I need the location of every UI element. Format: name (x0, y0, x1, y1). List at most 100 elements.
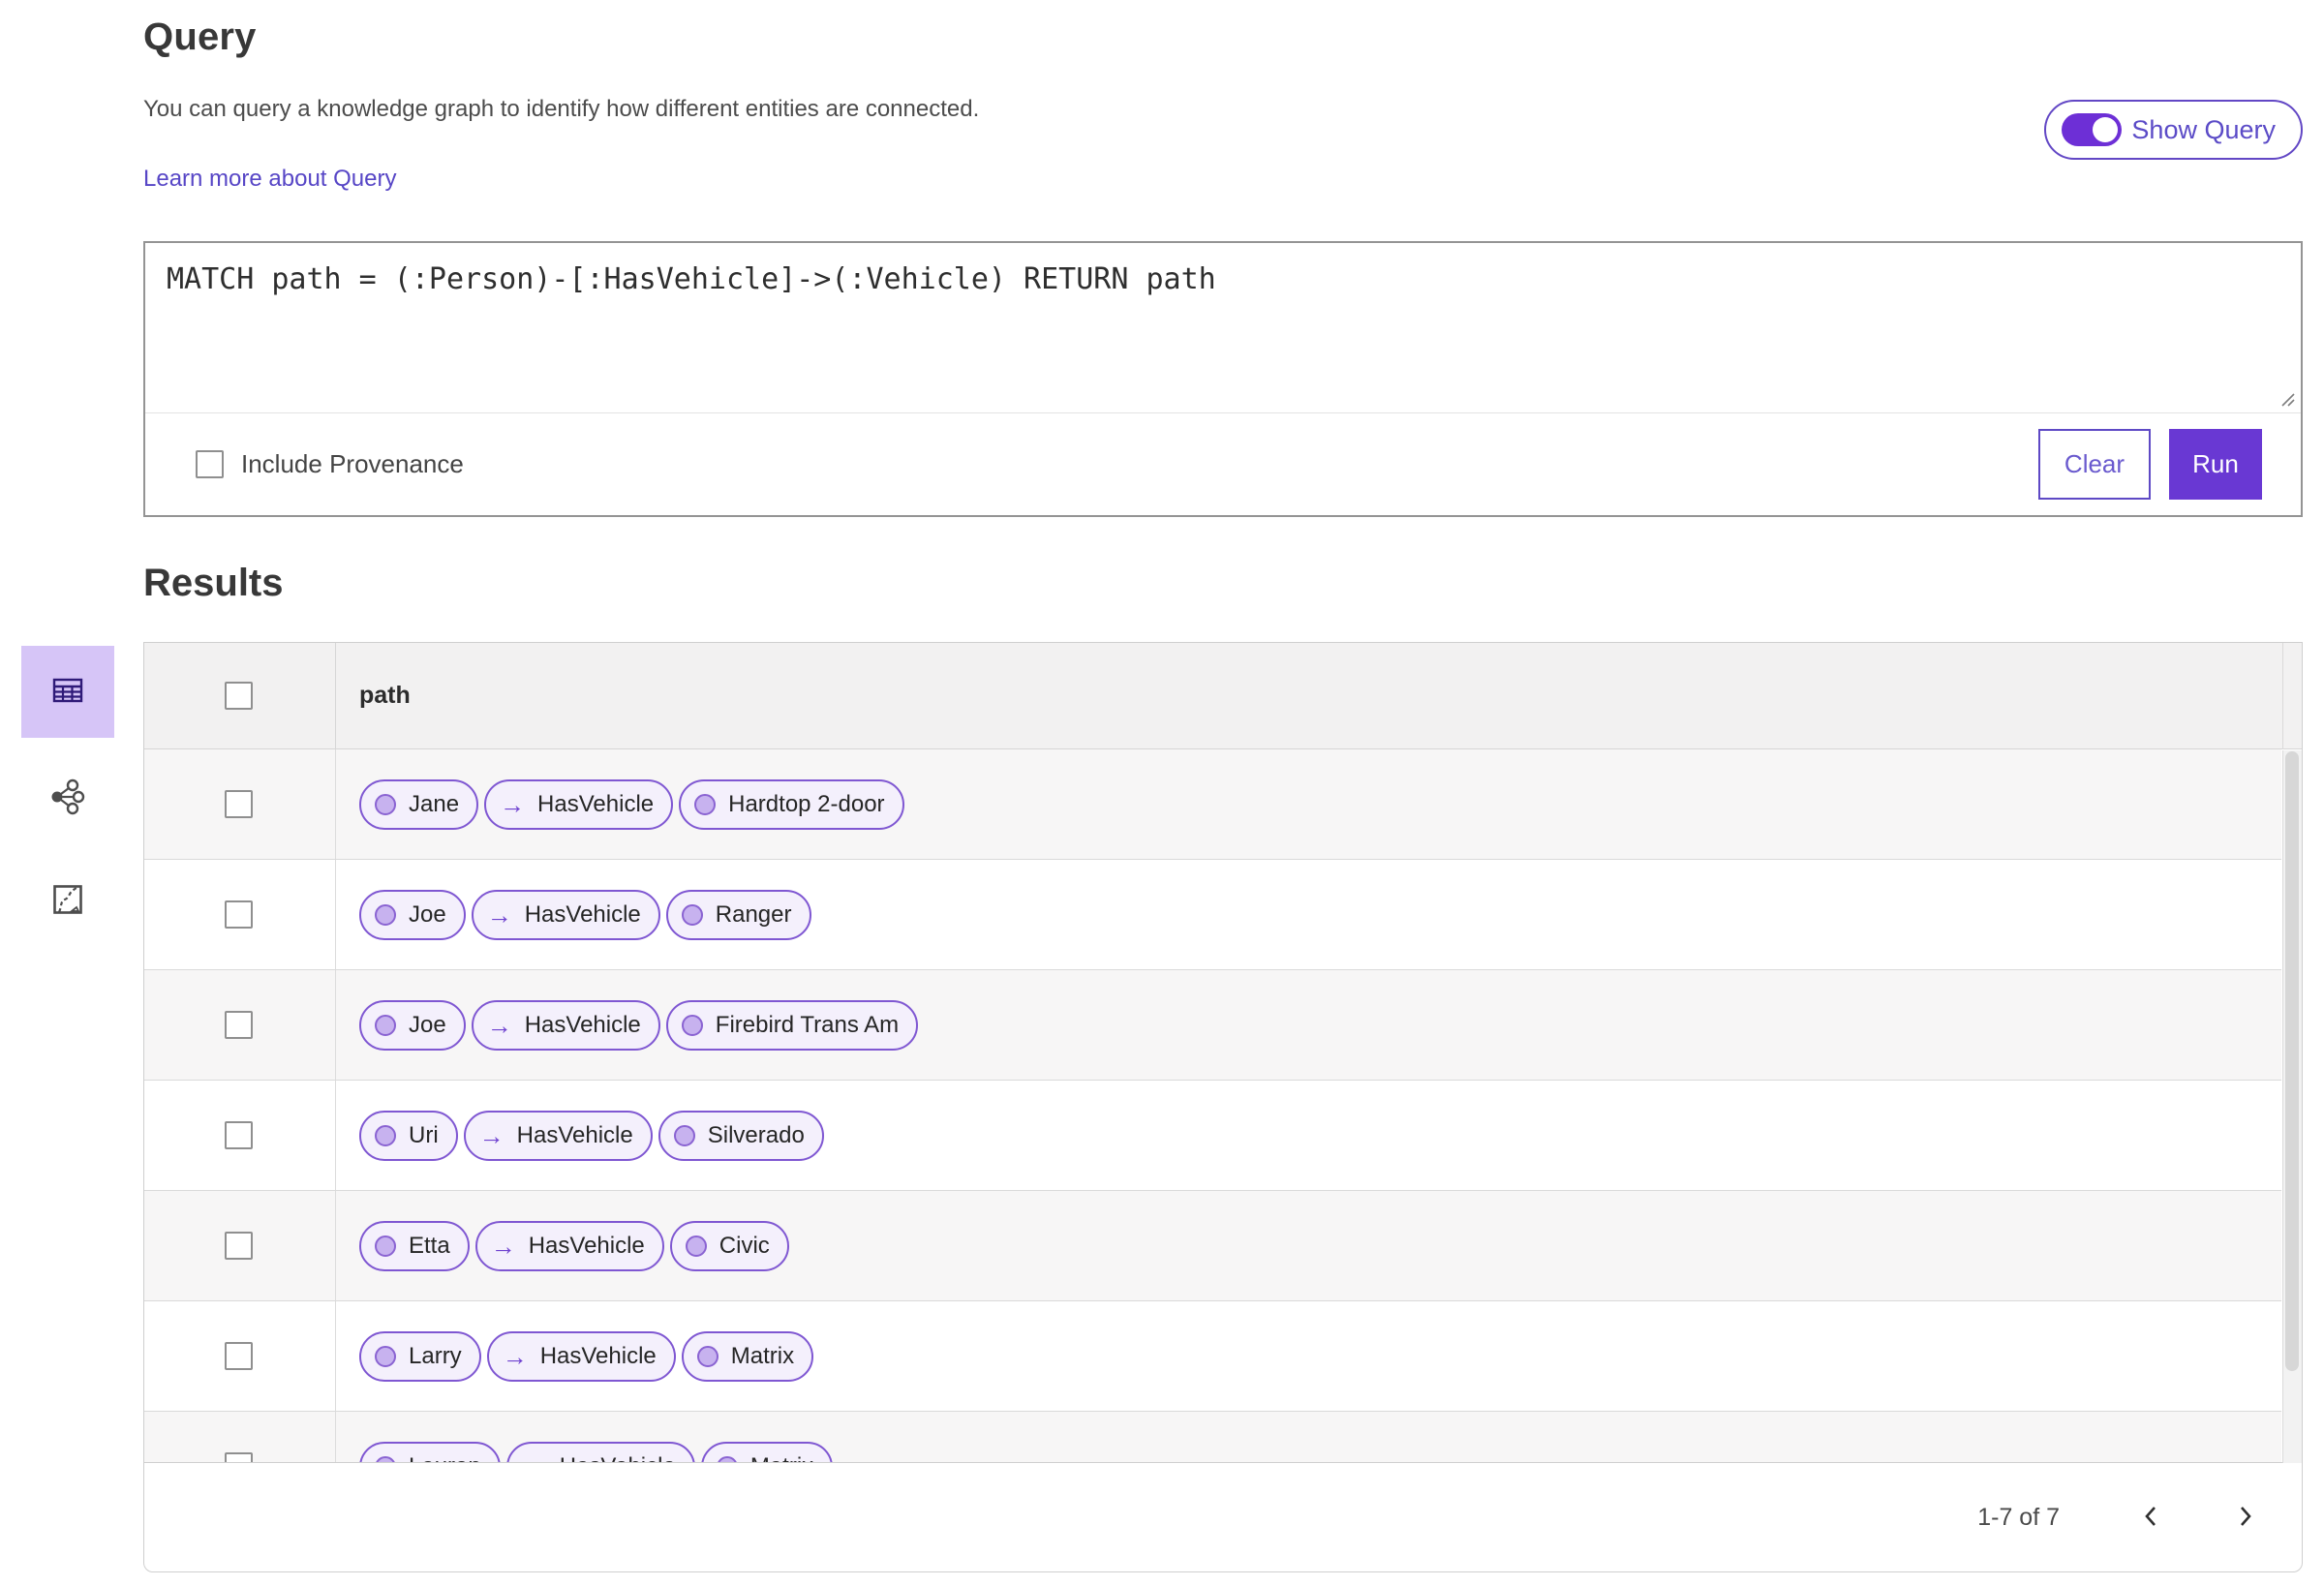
table-row: Larry → HasVehicle Matrix (144, 1301, 2281, 1412)
view-button-map[interactable] (21, 873, 114, 928)
relationship-pill[interactable]: → HasVehicle (471, 999, 660, 1051)
resize-handle-icon[interactable] (2278, 390, 2296, 408)
row-path-cell: Uri → HasVehicle Silverado (336, 1110, 2281, 1161)
view-button-table[interactable] (21, 646, 114, 738)
row-checkbox[interactable] (225, 1342, 253, 1370)
row-checkbox-cell (144, 860, 336, 969)
entity-pill-source[interactable]: Uri (359, 1110, 458, 1161)
relationship-pill[interactable]: → HasVehicle (486, 1330, 676, 1382)
include-provenance-checkbox[interactable] (196, 450, 224, 478)
entity-node-icon (375, 903, 396, 926)
query-input[interactable]: MATCH path = (:Person)-[:HasVehicle]->(:… (145, 243, 2301, 412)
relationship-label: HasVehicle (524, 1011, 641, 1038)
entity-node-icon (375, 1014, 396, 1036)
entity-node-icon (375, 1235, 396, 1257)
results-rows: Jane → HasVehicle Hardtop 2-door Joe → H… (144, 749, 2281, 1462)
learn-more-link[interactable]: Learn more about Query (143, 166, 396, 193)
row-path-cell: Joe → HasVehicle Ranger (336, 889, 2281, 940)
select-all-checkbox[interactable] (225, 682, 253, 710)
row-checkbox-cell (144, 1191, 336, 1300)
target-entity-label: Ranger (715, 900, 792, 928)
page-description: You can query a knowledge graph to ident… (143, 96, 980, 122)
entity-pill-target[interactable]: Matrix (700, 1441, 834, 1463)
row-checkbox[interactable] (225, 1121, 253, 1149)
relationship-pill[interactable]: → HasVehicle (484, 778, 674, 830)
relationship-pill[interactable]: → HasVehicle (474, 1220, 664, 1271)
entity-pill-source[interactable]: Larry (359, 1330, 481, 1382)
entity-node-icon (375, 1124, 396, 1146)
chevron-right-icon (2235, 1504, 2256, 1532)
row-checkbox[interactable] (225, 900, 253, 929)
source-entity-label: Lauren (409, 1453, 481, 1463)
source-entity-label: Joe (409, 900, 446, 928)
row-path-cell: Etta → HasVehicle Civic (336, 1220, 2281, 1271)
relationship-pill[interactable]: → HasVehicle (471, 889, 660, 940)
map-icon (52, 884, 83, 918)
page-title: Query (143, 15, 257, 58)
arrow-right-icon: → (490, 1231, 516, 1261)
relationship-pill[interactable]: → HasVehicle (505, 1441, 695, 1463)
previous-page-button[interactable] (2133, 1500, 2168, 1535)
toggle-switch-icon[interactable] (2062, 113, 2123, 146)
run-button[interactable]: Run (2169, 429, 2262, 500)
row-path-cell: Joe → HasVehicle Firebird Trans Am (336, 999, 2281, 1051)
row-checkbox[interactable] (225, 1232, 253, 1260)
entity-pill-source[interactable]: Joe (359, 999, 466, 1051)
entity-node-icon (375, 1345, 396, 1367)
table-row: Joe → HasVehicle Ranger (144, 860, 2281, 970)
entity-pill-target[interactable]: Hardtop 2-door (679, 778, 904, 830)
view-button-graph[interactable] (21, 769, 114, 827)
entity-node-icon (673, 1124, 695, 1146)
entity-pill-source[interactable]: Lauren (359, 1441, 501, 1463)
entity-node-icon (716, 1455, 738, 1462)
entity-pill-target[interactable]: Civic (669, 1220, 789, 1271)
row-checkbox[interactable] (225, 790, 253, 818)
entity-pill-target[interactable]: Silverado (657, 1110, 824, 1161)
results-view-rail (21, 646, 114, 928)
entity-node-icon (681, 1014, 703, 1036)
source-entity-label: Uri (409, 1121, 439, 1148)
entity-pill-target[interactable]: Firebird Trans Am (665, 999, 919, 1051)
entity-node-icon (375, 793, 396, 815)
source-entity-label: Larry (409, 1342, 462, 1369)
show-query-toggle[interactable]: Show Query (2044, 100, 2303, 160)
scrollbar-thumb[interactable] (2285, 751, 2299, 1371)
results-title: Results (143, 562, 284, 604)
entity-pill-target[interactable]: Ranger (665, 889, 811, 940)
relationship-pill[interactable]: → HasVehicle (463, 1110, 653, 1161)
include-provenance-label: Include Provenance (241, 449, 464, 478)
table-row: Uri → HasVehicle Silverado (144, 1081, 2281, 1191)
table-icon (50, 673, 85, 711)
target-entity-label: Matrix (750, 1453, 813, 1463)
entity-pill-source[interactable]: Jane (359, 778, 479, 830)
entity-pill-source[interactable]: Joe (359, 889, 466, 940)
arrow-right-icon: → (522, 1454, 547, 1463)
source-entity-label: Jane (409, 790, 460, 817)
row-checkbox[interactable] (225, 1011, 253, 1039)
intro-text: You can query a knowledge graph to ident… (143, 96, 979, 193)
arrow-right-icon: → (478, 1120, 505, 1150)
row-checkbox-cell (144, 970, 336, 1080)
entity-node-icon (375, 1455, 396, 1462)
target-entity-label: Hardtop 2-door (728, 790, 885, 817)
row-path-cell: Jane → HasVehicle Hardtop 2-door (336, 778, 2281, 830)
graph-icon (49, 778, 86, 818)
next-page-button[interactable] (2228, 1500, 2263, 1535)
arrow-right-icon: → (500, 789, 526, 819)
row-checkbox-cell (144, 1301, 336, 1411)
results-area: path Jane → HasVehicle Hardtop 2-door Jo… (21, 642, 2303, 1572)
header-checkbox-cell (144, 643, 336, 748)
relationship-label: HasVehicle (539, 1342, 657, 1369)
vertical-scrollbar[interactable] (2282, 750, 2302, 1463)
table-header-row: path (144, 643, 2302, 749)
clear-button[interactable]: Clear (2038, 429, 2151, 500)
target-entity-label: Silverado (707, 1121, 805, 1148)
source-entity-label: Joe (409, 1011, 446, 1038)
entity-node-icon (681, 903, 703, 926)
entity-pill-source[interactable]: Etta (359, 1220, 470, 1271)
intro-row: You can query a knowledge graph to ident… (143, 96, 2303, 193)
row-checkbox[interactable] (225, 1452, 253, 1462)
entity-pill-target[interactable]: Matrix (681, 1330, 814, 1382)
chevron-left-icon (2140, 1504, 2161, 1532)
query-footer: Include Provenance Clear Run (145, 412, 2301, 515)
